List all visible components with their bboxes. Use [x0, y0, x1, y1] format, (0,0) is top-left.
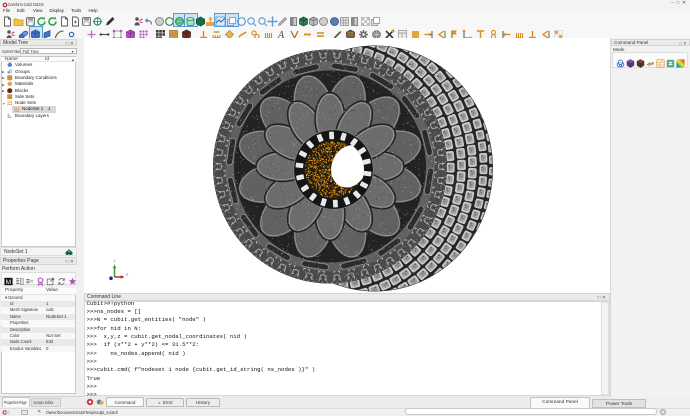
svg-text:Y: Y: [113, 259, 116, 264]
svg-text:X: X: [126, 272, 129, 277]
svg-text:M: M: [6, 279, 11, 286]
